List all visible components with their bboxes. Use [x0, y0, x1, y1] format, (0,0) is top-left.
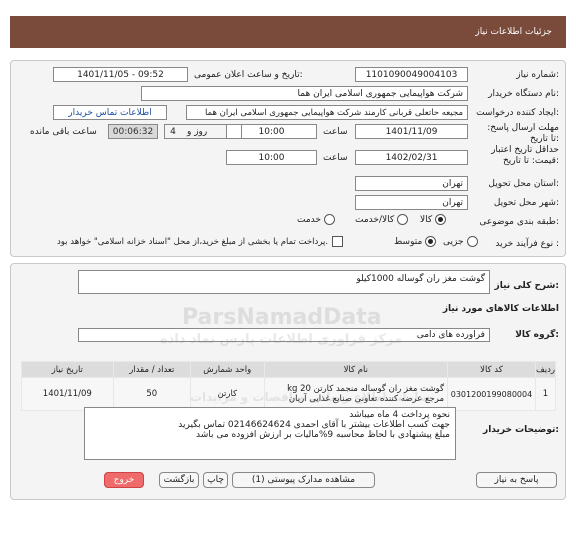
process-option-minor[interactable]: جزیی	[443, 236, 478, 247]
category-option-goods-service[interactable]: کالا/خدمت	[355, 214, 409, 225]
col-qty: تعداد / مقدار	[112, 361, 192, 378]
category-goods-service-radio[interactable]	[397, 214, 409, 225]
category-goods-service-label: کالا/خدمت	[355, 214, 395, 225]
buyer-org-label: نام دستگاه خریدار:	[488, 89, 559, 99]
province-field: تهران	[355, 176, 468, 191]
announce-datetime-label: تاریخ و ساعت اعلان عمومی:	[194, 70, 303, 80]
buyer-note-line-2: جهت کسب اطلاعات بیشتر با آقای احمدی 0214…	[178, 420, 450, 430]
buyer-note-line-3: مبلغ پیشنهادی با لحاظ محاسبه 9%مالیات بر…	[196, 430, 450, 440]
watermark-subtitle: سامانه اطلاع رسانی مناقصات و مزایدات	[190, 390, 431, 404]
process-option-medium[interactable]: متوسط	[394, 236, 437, 247]
goods-group-label: گروه کالا:	[515, 330, 559, 340]
category-service-label: خدمت	[297, 214, 321, 225]
col-row: ردیف	[534, 361, 557, 378]
process-medium-label: متوسط	[394, 236, 423, 247]
cell-qty: 50	[112, 377, 192, 411]
category-option-goods[interactable]: کالا	[420, 214, 447, 225]
items-table-header: ردیف کد کالا نام کالا واحد شمارش تعداد /…	[21, 361, 557, 378]
back-button[interactable]: بازگشت	[159, 472, 199, 488]
requester-field: مجیعه حاتعلی قربانی کارمند شرکت هواپیمای…	[186, 105, 468, 120]
watermark-brand: ParsNamadData	[182, 305, 382, 330]
summary-label: شرح کلی نیاز:	[494, 281, 559, 291]
requester-label: ایجاد کننده درخواست:	[476, 108, 559, 118]
page-header: جزئیات اطلاعات نیاز	[10, 16, 566, 48]
items-section-title: اطلاعات کالاهای مورد نیاز	[442, 304, 559, 314]
contact-link-box[interactable]: اطلاعات تماس خریدار	[53, 105, 167, 120]
process-label: نوع فرآیند خرید :	[495, 239, 559, 249]
col-name: نام کالا	[263, 361, 449, 378]
treasury-payment-checkbox[interactable]	[332, 236, 344, 247]
cell-date: 1401/11/09	[21, 377, 114, 411]
contact-buyer-link[interactable]: اطلاعات تماس خریدار	[68, 108, 151, 118]
announce-datetime-field: 1401/11/05 - 09:52	[53, 67, 188, 82]
cell-row: 1	[534, 377, 557, 411]
treasury-payment-note: پرداخت تمام یا بخشی از مبلغ خرید،از محل …	[57, 236, 329, 247]
process-medium-radio[interactable]	[425, 236, 437, 247]
print-button[interactable]: چاپ	[203, 472, 228, 488]
process-minor-radio[interactable]	[466, 236, 478, 247]
buyer-org-field: شرکت هواپیمایی جمهوری اسلامی ایران هما	[141, 86, 468, 101]
buyer-notes-label: توضیحات خریدار:	[483, 425, 559, 435]
category-goods-radio[interactable]	[435, 214, 447, 225]
deadline-date-field: 1401/11/09	[355, 124, 468, 139]
city-field: تهران	[355, 195, 468, 210]
price-time-label: ساعت	[323, 153, 348, 163]
price-validity-label: حداقل تاریخ اعتبار قیمت: تا تاریخ:	[491, 145, 559, 166]
need-number-label: شماره نیاز:	[516, 70, 559, 80]
deadline-label: مهلت ارسال پاسخ: تا تاریخ:	[487, 123, 559, 144]
col-date: تاریخ نیاز	[21, 361, 114, 378]
col-code: کد کالا	[447, 361, 536, 378]
category-goods-label: کالا	[420, 214, 433, 225]
category-label: طبقه بندی موضوعی:	[479, 217, 559, 227]
cell-code: 0301200199080004	[447, 377, 536, 411]
page-title: جزئیات اطلاعات نیاز	[475, 27, 552, 37]
process-minor-label: جزیی	[443, 236, 464, 247]
need-number-field: 1101090049004103	[355, 67, 468, 82]
buyer-note-line-1: نحوه پرداخت 4 ماه میباشد	[349, 410, 450, 420]
buyer-notes-box: نحوه پرداخت 4 ماه میباشد جهت کسب اطلاعات…	[84, 407, 456, 460]
exit-button[interactable]: خروج	[104, 472, 144, 488]
province-label: استان محل تحویل:	[488, 179, 559, 189]
summary-field: گوشت مغز ران گوساله 1000کیلو	[78, 270, 490, 294]
deadline-time-label: ساعت	[323, 127, 348, 137]
col-unit: واحد شمارش	[190, 361, 265, 378]
treasury-payment-option[interactable]: پرداخت تمام یا بخشی از مبلغ خرید،از محل …	[57, 236, 344, 247]
category-option-service[interactable]: خدمت	[297, 214, 335, 225]
attachments-button[interactable]: مشاهده مدارک پیوستی (1)	[232, 472, 375, 488]
watermark-tagline: مرکز فراوری اطلاعات پارس نماد داده	[160, 332, 403, 347]
price-validity-date-field: 1402/02/31	[355, 150, 468, 165]
city-label: شهر محل تحویل:	[493, 198, 559, 208]
remaining-label: ساعت باقی مانده	[30, 127, 97, 137]
reply-button[interactable]: پاسخ به نیاز	[476, 472, 557, 488]
countdown-timer: 00:06:32	[108, 124, 158, 139]
price-validity-time-field: 10:00	[226, 150, 317, 165]
days-box	[164, 124, 242, 139]
category-service-radio[interactable]	[323, 214, 335, 225]
